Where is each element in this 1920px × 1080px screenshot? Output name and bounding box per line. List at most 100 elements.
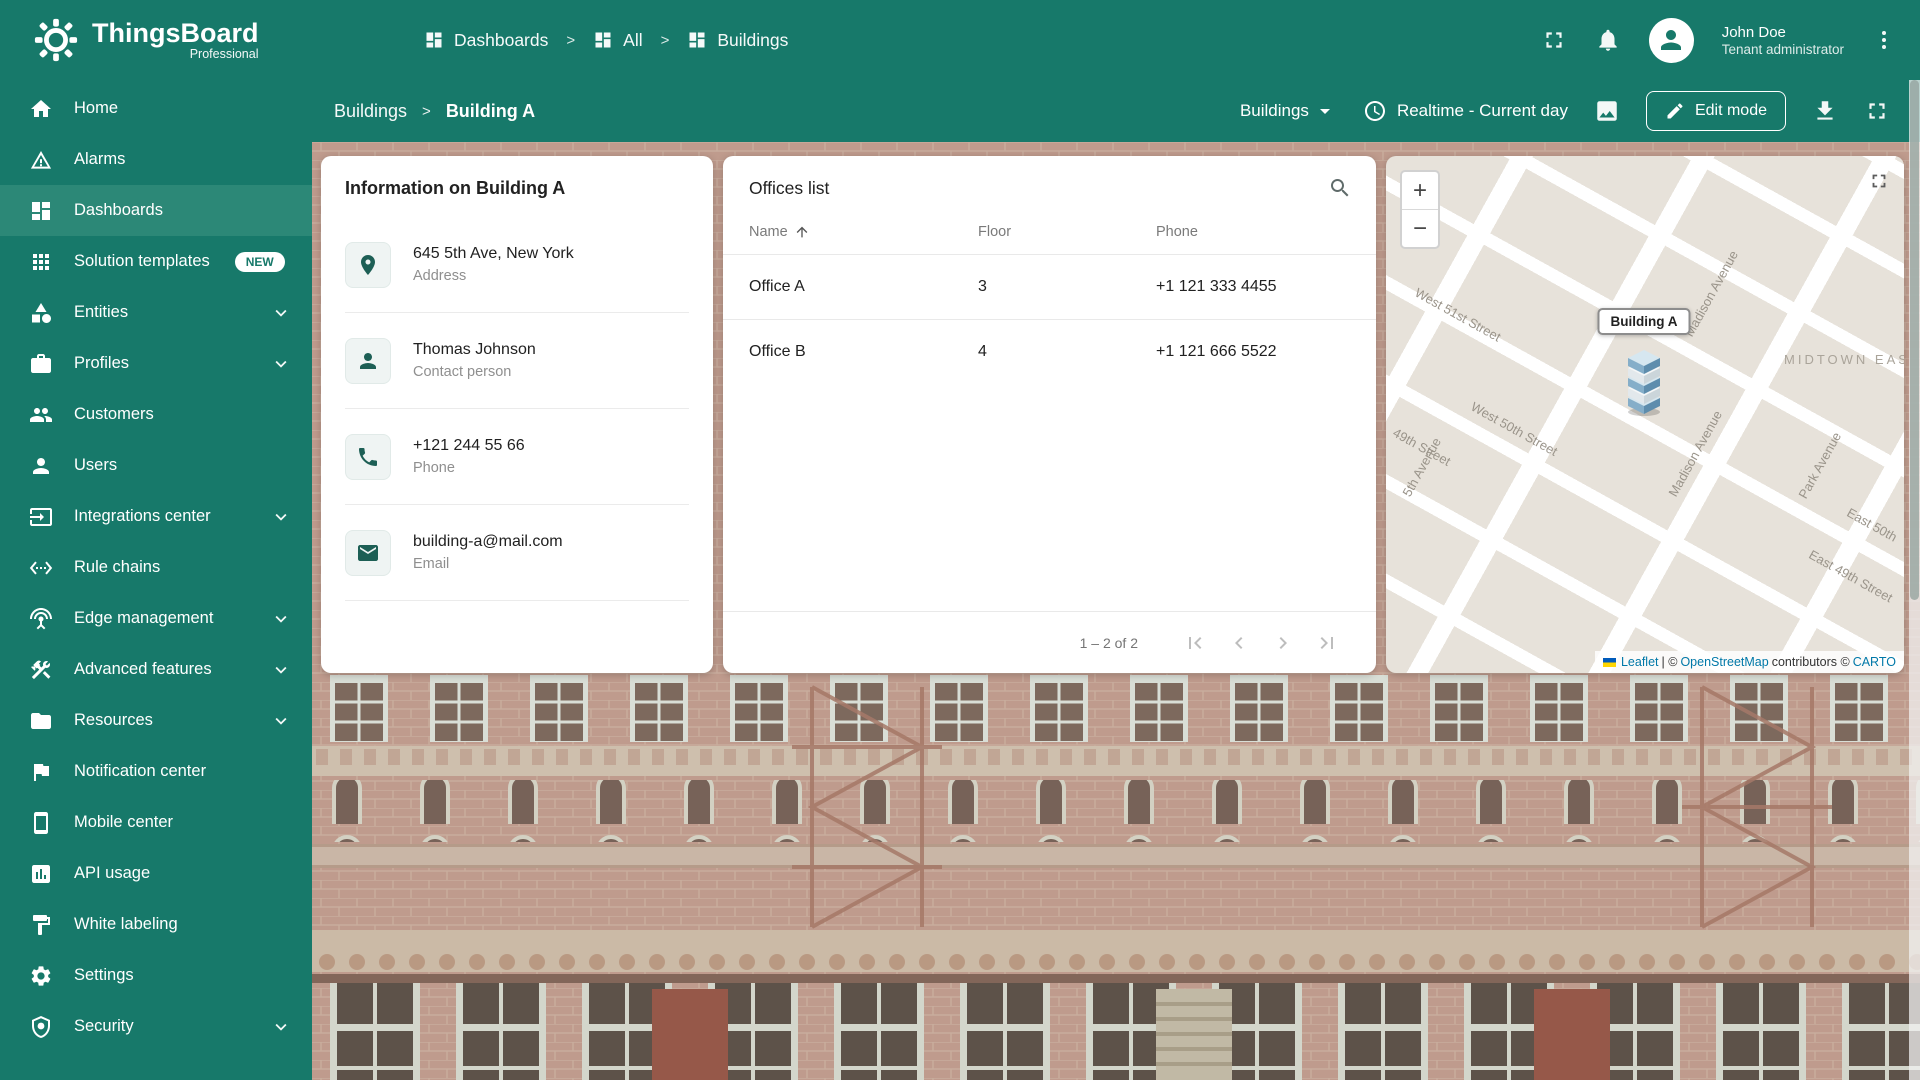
building-marker-tooltip[interactable]: Building A xyxy=(1597,308,1691,335)
sidebar-item-label: Customers xyxy=(74,405,154,423)
sidebar-item-resources[interactable]: Resources xyxy=(0,695,312,746)
breadcrumb-item-buildings-root[interactable]: Buildings xyxy=(334,101,407,122)
building-marker-icon[interactable] xyxy=(1621,342,1667,418)
address-label: Address xyxy=(413,268,467,284)
column-header-name[interactable]: Name xyxy=(749,224,978,240)
office-name: Office A xyxy=(749,278,805,295)
fullscreen-icon[interactable] xyxy=(1864,98,1890,124)
sidebar-item-alarms[interactable]: Alarms xyxy=(0,134,312,185)
sidebar-item-api-usage[interactable]: API usage xyxy=(0,848,312,899)
breadcrumb-separator: > xyxy=(660,31,670,49)
sidebar-item-mobile-center[interactable]: Mobile center xyxy=(0,797,312,848)
phone-value: +121 244 55 66 xyxy=(413,437,525,454)
fullscreen-icon[interactable] xyxy=(1541,27,1567,53)
widget-title: Offices list xyxy=(749,177,830,198)
antenna-icon xyxy=(29,607,53,631)
table-row-office-a[interactable]: Office A 3 +1 121 333 4455 xyxy=(723,254,1376,319)
sidebar-item-white-labeling[interactable]: White labeling xyxy=(0,899,312,950)
first-page-icon[interactable] xyxy=(1180,628,1210,658)
edit-mode-button[interactable]: Edit mode xyxy=(1645,91,1786,131)
sidebar-item-label: Alarms xyxy=(74,150,126,168)
office-phone: +1 121 333 4455 xyxy=(1156,278,1277,295)
location-pin-icon xyxy=(345,241,391,288)
building-info-widget: Information on Building A 645 5th Ave, N… xyxy=(321,156,713,673)
phone-icon xyxy=(345,433,391,480)
zoom-in-button[interactable]: + xyxy=(1402,172,1438,209)
sidebar-item-rule-chains[interactable]: Rule chains xyxy=(0,542,312,593)
dashboard-state-select[interactable]: Buildings xyxy=(1240,99,1337,123)
sidebar-item-customers[interactable]: Customers xyxy=(0,389,312,440)
breadcrumb-separator: > xyxy=(422,102,431,120)
contact-value: Thomas Johnson xyxy=(413,341,536,358)
warning-triangle-icon xyxy=(29,148,53,172)
sidebar-item-integrations-center[interactable]: Integrations center xyxy=(0,491,312,542)
gear-icon xyxy=(29,964,53,988)
app-logo[interactable]: ThingsBoard Professional xyxy=(0,17,312,63)
office-floor: 3 xyxy=(978,278,987,295)
sidebar-item-notification-center[interactable]: Notification center xyxy=(0,746,312,797)
sidebar-item-advanced-features[interactable]: Advanced features xyxy=(0,644,312,695)
info-row-address: 645 5th Ave, New York Address xyxy=(345,217,689,313)
download-icon[interactable] xyxy=(1812,98,1838,124)
page-scrollbar[interactable] xyxy=(1909,80,1920,1080)
user-info[interactable]: John Doe Tenant administrator xyxy=(1722,23,1844,58)
search-icon[interactable] xyxy=(1328,176,1352,200)
phone-label: Phone xyxy=(413,460,455,476)
user-avatar[interactable] xyxy=(1648,17,1694,63)
sidebar-item-label: Home xyxy=(74,99,119,117)
breadcrumb-item-dashboards[interactable]: Dashboards xyxy=(424,30,548,51)
zoom-out-button[interactable]: − xyxy=(1402,210,1438,247)
dashboard-canvas: Information on Building A 645 5th Ave, N… xyxy=(312,142,1920,1080)
sidebar-item-settings[interactable]: Settings xyxy=(0,950,312,1001)
office-phone: +1 121 666 5522 xyxy=(1156,343,1277,360)
sidebar-item-label: Notification center xyxy=(74,762,207,780)
column-label: Floor xyxy=(978,224,1012,240)
sidebar-item-solution-templates[interactable]: Solution templates NEW xyxy=(0,236,312,287)
image-export-icon[interactable] xyxy=(1594,98,1620,124)
map-fullscreen-icon[interactable] xyxy=(1868,170,1890,192)
user-name: John Doe xyxy=(1721,23,1786,41)
dashboard-toolbar: Buildings > Building A Buildings Realtim… xyxy=(312,80,1920,142)
breadcrumb-item-buildings[interactable]: Buildings xyxy=(687,30,788,51)
sidebar-item-home[interactable]: Home xyxy=(0,83,312,134)
edit-mode-label: Edit mode xyxy=(1694,102,1767,119)
sidebar-item-edge-management[interactable]: Edge management xyxy=(0,593,312,644)
sidebar-item-profiles[interactable]: Profiles xyxy=(0,338,312,389)
column-header-floor[interactable]: Floor xyxy=(978,224,1156,240)
info-row-email: building-a@mail.com Email xyxy=(345,505,689,601)
sidebar-item-entities[interactable]: Entities xyxy=(0,287,312,338)
paint-roller-icon xyxy=(29,913,53,937)
sort-ascending-icon xyxy=(794,224,810,240)
chevron-down-icon xyxy=(270,659,292,681)
sidebar-item-security[interactable]: Security xyxy=(0,1001,312,1052)
person-icon xyxy=(345,337,391,384)
breadcrumb-item-all[interactable]: All xyxy=(593,30,643,51)
column-header-phone[interactable]: Phone xyxy=(1156,224,1350,240)
more-menu-icon[interactable] xyxy=(1872,28,1896,52)
breadcrumb-separator: > xyxy=(566,31,576,49)
openstreetmap-link[interactable]: OpenStreetMap xyxy=(1680,655,1768,669)
info-row-contact: Thomas Johnson Contact person xyxy=(345,313,689,409)
sidebar-item-label: Mobile center xyxy=(74,813,174,831)
office-floor: 4 xyxy=(978,343,987,360)
map-widget[interactable]: West 51st Street West 50th Street 49th S… xyxy=(1386,156,1904,673)
caret-down-icon xyxy=(1313,99,1337,123)
next-page-icon[interactable] xyxy=(1268,628,1298,658)
scrollbar-thumb[interactable] xyxy=(1910,80,1919,600)
previous-page-icon[interactable] xyxy=(1224,628,1254,658)
sidebar-item-users[interactable]: Users xyxy=(0,440,312,491)
leaflet-link[interactable]: Leaflet xyxy=(1621,655,1659,669)
sidebar-item-label: Users xyxy=(74,456,118,474)
timewindow-button[interactable]: Realtime - Current day xyxy=(1363,99,1568,123)
sidebar-item-label: Solution templates xyxy=(74,252,210,270)
breadcrumb-label: Buildings xyxy=(717,29,789,50)
info-row-phone: +121 244 55 66 Phone xyxy=(345,409,689,505)
carto-link[interactable]: CARTO xyxy=(1853,655,1896,669)
sidebar-item-label: Resources xyxy=(74,711,153,729)
person-icon xyxy=(29,454,53,478)
table-row-office-b[interactable]: Office B 4 +1 121 666 5522 xyxy=(723,319,1376,384)
sidebar-item-dashboards[interactable]: Dashboards xyxy=(0,185,312,236)
notifications-bell-icon[interactable] xyxy=(1595,27,1621,53)
bar-chart-icon xyxy=(29,862,53,886)
last-page-icon[interactable] xyxy=(1312,628,1342,658)
